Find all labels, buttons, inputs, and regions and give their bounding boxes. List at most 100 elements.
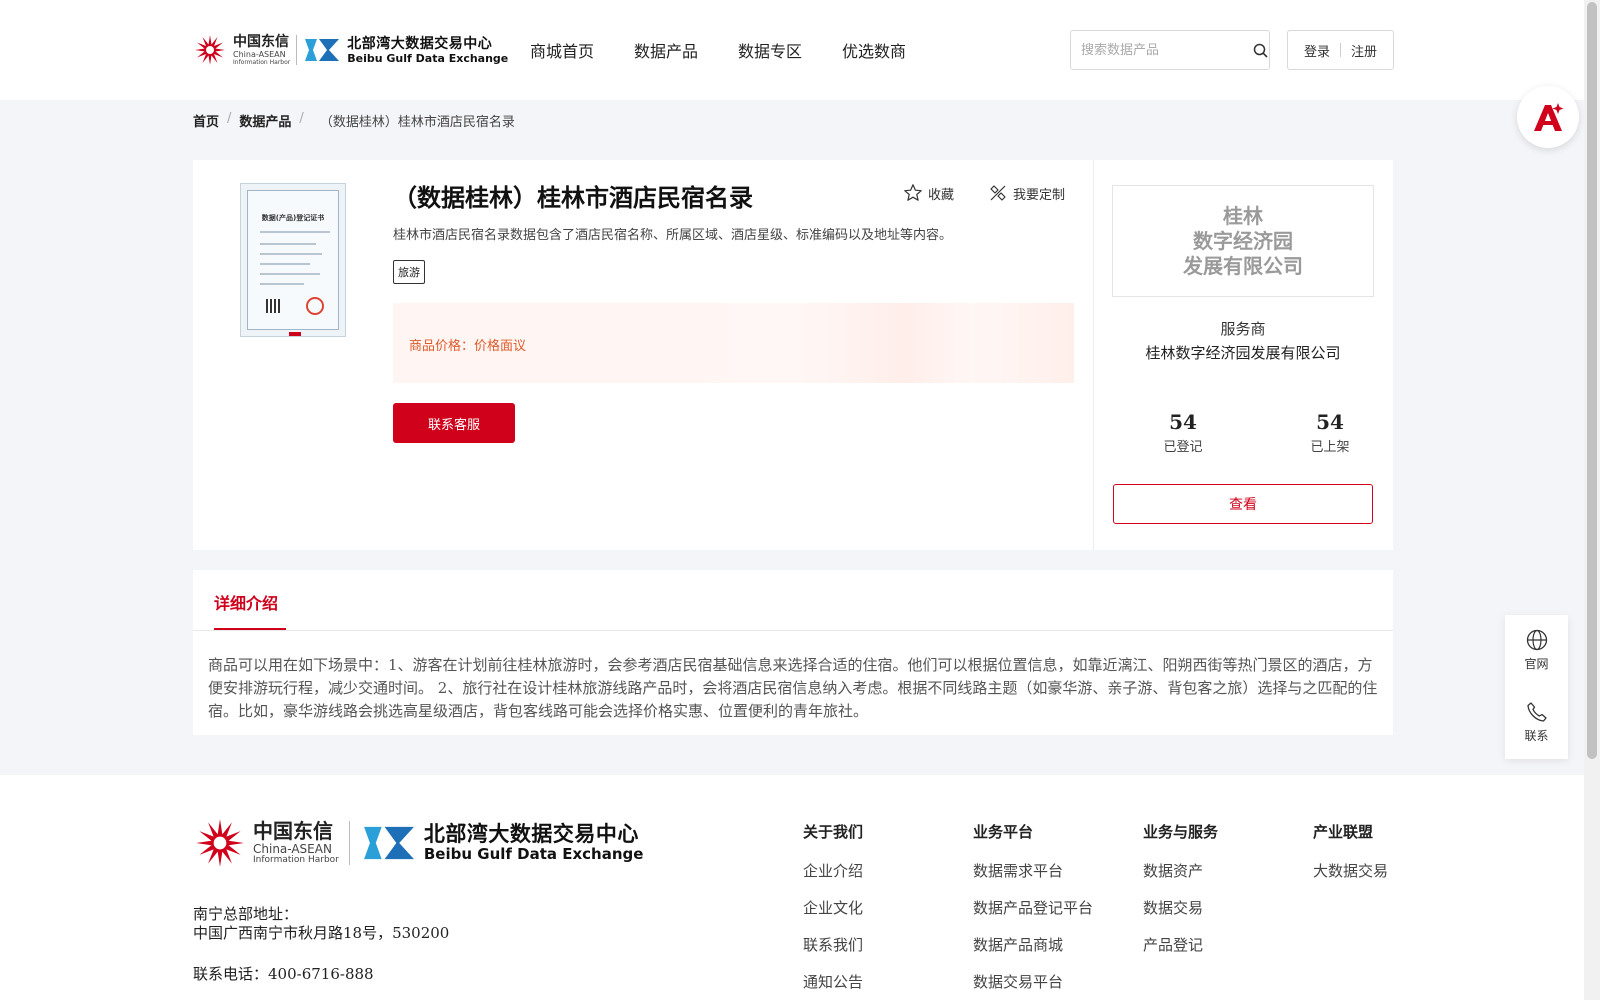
qr-code-icon	[266, 299, 280, 313]
footer-address: 南宁总部地址： 中国广西南宁市秋月路18号，530200	[193, 905, 449, 943]
view-provider-button[interactable]: 查看	[1113, 484, 1373, 524]
search-icon[interactable]	[1251, 31, 1269, 69]
certificate-title: 数据(产品)登记证书	[261, 214, 325, 222]
certificate-line	[260, 263, 310, 265]
logo-divider	[348, 821, 350, 865]
tab-divider	[193, 630, 1393, 631]
contact-side-button[interactable]: 联系	[1505, 701, 1568, 744]
footer-link[interactable]: 数据产品登记平台	[973, 897, 1093, 934]
provider-logo: 桂林 数字经济园 发展有限公司	[1112, 185, 1374, 297]
search-input[interactable]	[1071, 31, 1251, 69]
detail-body: 商品可以用在如下场景中：1、游客在计划前往桂林旅游时，会参考酒店民宿基础信息来选…	[208, 656, 1378, 720]
contact-side-label: 联系	[1524, 729, 1549, 743]
bg-cn: 北部湾大数据交易中心	[347, 35, 493, 52]
footer-link[interactable]: 数据交易平台	[973, 971, 1093, 1000]
ct-cn: 中国东信	[253, 819, 333, 843]
registered-stat: 54 已登记	[1143, 410, 1223, 455]
breadcrumb-current: （数据桂林）桂林市酒店民宿名录	[319, 115, 515, 130]
official-site-button[interactable]: 官网	[1505, 629, 1568, 672]
registered-count: 54	[1169, 410, 1197, 434]
footer-column-title: 关于我们	[803, 823, 864, 841]
breadcrumb-home[interactable]: 首页	[193, 111, 219, 130]
contact-service-button[interactable]: 联系客服	[393, 403, 515, 443]
nav-mall-home[interactable]: 商城首页	[530, 38, 594, 62]
product-title: （数据桂林）桂林市酒店民宿名录	[393, 184, 753, 212]
listed-count: 54	[1316, 410, 1344, 434]
certificate-frame: 数据(产品)登记证书	[247, 190, 339, 330]
footer-link[interactable]: 数据需求平台	[973, 860, 1093, 897]
breadcrumb: 首页 / 数据产品 / （数据桂林）桂林市酒店民宿名录	[193, 111, 515, 130]
nav-data-products[interactable]: 数据产品	[634, 38, 698, 62]
footer-column-title: 业务与服务	[1143, 823, 1219, 841]
listed-label: 已上架	[1310, 440, 1350, 455]
price-line: 商品价格：价格面议	[409, 335, 526, 354]
ct-en1: China-ASEAN	[233, 49, 286, 59]
china-telecom-wordmark: 中国东信 China-ASEAN Information Harbor	[253, 821, 339, 865]
favorite-button[interactable]: 收藏	[903, 183, 954, 203]
beibu-gulf-wordmark: 北部湾大数据交易中心 Beibu Gulf Data Exchange	[424, 824, 644, 862]
registered-label: 已登记	[1163, 440, 1203, 455]
certificate-line	[260, 283, 304, 285]
footer-link[interactable]: 数据交易	[1143, 897, 1218, 934]
beibu-gulf-logo-icon	[360, 821, 418, 865]
provider-role: 服务商	[1220, 320, 1266, 338]
product-certificate-image[interactable]: 数据(产品)登记证书	[240, 183, 346, 337]
address-value: 中国广西南宁市秋月路18号，530200	[193, 924, 450, 942]
footer-link[interactable]: 数据产品商城	[973, 934, 1093, 971]
certificate-line	[260, 253, 322, 255]
top-header: 中国东信 China-ASEAN Information Harbor 北部湾大…	[0, 0, 1584, 100]
ct-cn: 中国东信	[233, 33, 289, 50]
official-site-label: 官网	[1524, 657, 1549, 671]
address-label: 南宁总部地址：	[193, 905, 299, 923]
category-tag: 旅游	[393, 260, 425, 284]
detail-panel: 详细介绍 商品可以用在如下场景中：1、游客在计划前往桂林旅游时，会参考酒店民宿基…	[193, 570, 1393, 735]
footer-column-title: 产业联盟	[1313, 823, 1374, 841]
ct-en2: Information Harbor	[233, 58, 291, 66]
footer-link[interactable]: 产品登记	[1143, 934, 1218, 971]
scrollbar-thumb[interactable]	[1587, 2, 1597, 759]
ct-en2: Information Harbor	[253, 855, 339, 865]
auth-box: 登录 注册	[1287, 30, 1394, 70]
customize-icon	[990, 185, 1006, 201]
customize-label: 我要定制	[1013, 187, 1066, 203]
phone-icon	[1526, 702, 1547, 722]
customize-button[interactable]: 我要定制	[988, 183, 1065, 203]
side-toolbar: 官网 联系	[1505, 615, 1568, 759]
beibu-gulf-wordmark: 北部湾大数据交易中心 Beibu Gulf Data Exchange	[347, 37, 508, 64]
site-footer: 中国东信 China-ASEAN Information Harbor 北部湾大…	[0, 775, 1584, 1000]
china-telecom-logo-icon	[193, 33, 227, 67]
site-logo[interactable]: 中国东信 China-ASEAN Information Harbor 北部湾大…	[193, 30, 508, 70]
login-link[interactable]: 登录	[1304, 41, 1330, 60]
breadcrumb-separator: /	[299, 111, 304, 126]
seal-icon	[306, 297, 324, 315]
assistant-badge[interactable]	[1517, 86, 1579, 148]
footer-link[interactable]: 企业文化	[803, 897, 863, 934]
nav-preferred-merchants[interactable]: 优选数商	[842, 38, 906, 62]
price-label: 商品价格：	[409, 339, 475, 354]
card-divider	[1093, 160, 1094, 550]
nav-data-zone[interactable]: 数据专区	[738, 38, 802, 62]
tab-detail-intro[interactable]: 详细介绍	[214, 590, 278, 614]
provider-logo-line: 发展有限公司	[1183, 253, 1303, 278]
breadcrumb-category[interactable]: 数据产品	[239, 111, 291, 130]
footer-link[interactable]: 联系我们	[803, 934, 863, 971]
bg-en: Beibu Gulf Data Exchange	[347, 51, 509, 65]
price-panel: 商品价格：价格面议	[393, 303, 1074, 383]
bg-en: Beibu Gulf Data Exchange	[423, 845, 644, 863]
footer-link[interactable]: 数据资产	[1143, 860, 1218, 897]
image-indicator[interactable]	[289, 332, 301, 336]
logo-divider	[296, 35, 298, 65]
register-link[interactable]: 注册	[1351, 41, 1377, 60]
ct-en1: China-ASEAN	[253, 842, 332, 856]
globe-icon	[1526, 629, 1547, 651]
provider-name: 桂林数字经济园发展有限公司	[1145, 344, 1341, 362]
footer-column-services: 业务与服务 数据资产 数据交易 产品登记	[1143, 821, 1218, 971]
china-telecom-wordmark: 中国东信 China-ASEAN Information Harbor	[233, 35, 290, 66]
footer-column-about: 关于我们 企业介绍 企业文化 联系我们 通知公告	[803, 821, 863, 1000]
auth-divider	[1340, 43, 1341, 57]
search-box	[1070, 30, 1270, 70]
footer-link[interactable]: 大数据交易	[1313, 860, 1388, 897]
footer-column-title: 业务平台	[973, 823, 1034, 841]
footer-link[interactable]: 企业介绍	[803, 860, 863, 897]
footer-link[interactable]: 通知公告	[803, 971, 863, 1000]
